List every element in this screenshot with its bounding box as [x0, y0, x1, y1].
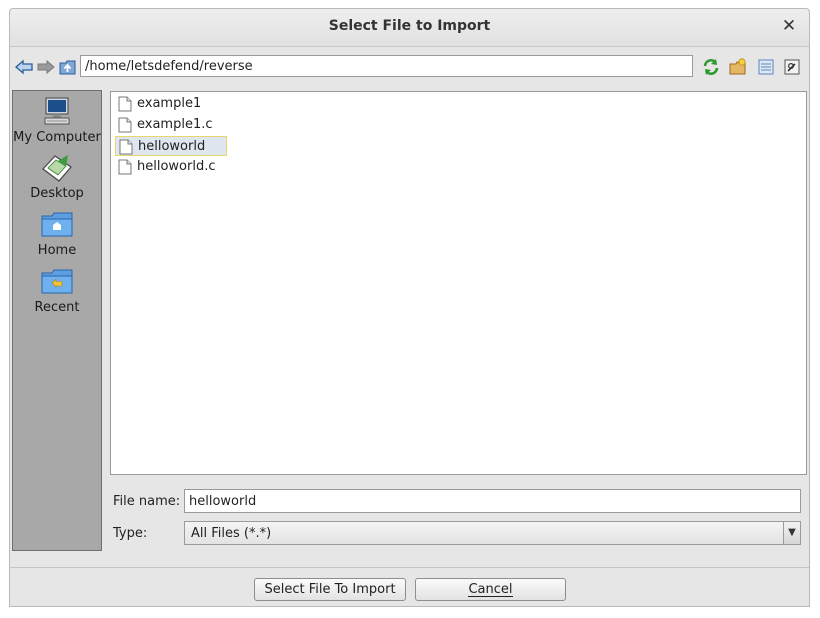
file-icon [119, 139, 133, 155]
up-folder-icon[interactable] [58, 57, 78, 77]
list-item-selected[interactable]: helloworld [115, 136, 227, 156]
type-label: Type: [113, 526, 148, 541]
list-view-icon[interactable] [756, 57, 776, 77]
list-item[interactable]: example1 [115, 94, 205, 114]
title-bar: Select File to Import ✕ [10, 9, 809, 47]
sidebar-item-label: Desktop [30, 186, 84, 201]
file-name-label: File name: [113, 494, 181, 509]
file-icon [118, 159, 132, 175]
sidebar-item-label: Home [37, 243, 77, 258]
dialog-title: Select File to Import [328, 18, 491, 34]
path-input[interactable] [80, 55, 693, 77]
sidebar-item-label: Recent [34, 300, 80, 315]
close-icon[interactable]: ✕ [779, 16, 799, 36]
file-type-select[interactable]: All Files (*.*) ▼ [184, 521, 801, 545]
cancel-button[interactable]: Cancel [415, 578, 566, 601]
file-name-input[interactable] [184, 489, 801, 513]
forward-arrow-icon[interactable] [36, 57, 56, 77]
sidebar-item-home[interactable]: Home [13, 210, 101, 258]
back-arrow-icon[interactable] [14, 57, 34, 77]
refresh-icon[interactable] [701, 57, 721, 77]
sidebar-item-my-computer[interactable]: My Computer [13, 95, 101, 145]
new-folder-icon[interactable] [728, 57, 748, 77]
import-dialog: Select File to Import ✕ /home/letsdefend… [9, 8, 810, 607]
cancel-button-label: Cancel [468, 582, 513, 597]
list-item[interactable]: helloworld.c [115, 157, 225, 177]
list-item[interactable]: example1.c [115, 115, 215, 135]
sidebar-item-label: My Computer [13, 130, 101, 145]
file-icon [118, 117, 132, 133]
select-file-to-import-button[interactable]: Select File To Import [254, 578, 406, 601]
computer-icon [44, 97, 70, 125]
file-name: helloworld.c [137, 159, 216, 174]
toolbar [10, 47, 809, 89]
divider [10, 567, 809, 568]
file-type-value: All Files (*.*) [191, 526, 272, 541]
details-view-icon[interactable] [782, 57, 802, 77]
file-list: example1 example1.c helloworld helloworl… [110, 91, 807, 475]
desktop-icon [42, 155, 72, 182]
file-name: example1 [137, 96, 202, 111]
file-name: helloworld [138, 139, 206, 154]
places-sidebar: My Computer Desktop Home Recent [12, 90, 102, 551]
home-folder-icon [41, 212, 73, 237]
chevron-down-icon[interactable]: ▼ [783, 522, 800, 544]
sidebar-item-recent[interactable]: Recent [13, 267, 101, 315]
file-icon [118, 96, 132, 112]
file-name: example1.c [137, 117, 213, 132]
recent-folder-icon [41, 269, 73, 294]
sidebar-item-desktop[interactable]: Desktop [13, 153, 101, 201]
